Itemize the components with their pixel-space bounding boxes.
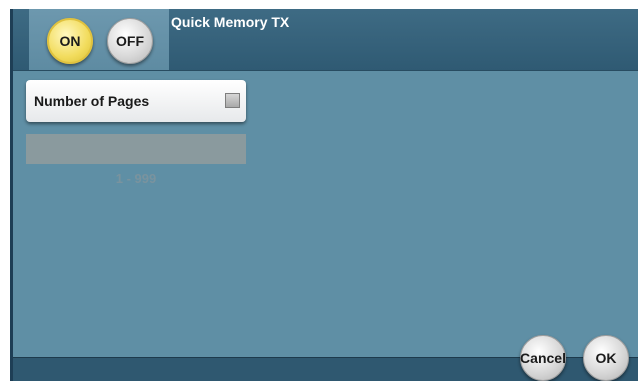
header-bar: ON OFF Quick Memory TX (13, 9, 638, 71)
number-of-pages-input[interactable] (26, 134, 246, 164)
on-off-toggle-group: ON OFF (29, 9, 169, 70)
ok-button[interactable]: OK (583, 335, 629, 381)
pages-range-hint: 1 - 999 (115, 171, 157, 186)
on-button[interactable]: ON (47, 18, 93, 64)
checkbox-icon[interactable] (225, 93, 240, 108)
quick-memory-tx-screen: ON OFF Quick Memory TX Number of Pages 1… (10, 9, 638, 381)
page-title: Quick Memory TX (171, 14, 290, 30)
number-of-pages-label: Number of Pages (34, 93, 150, 109)
cancel-button[interactable]: Cancel (520, 335, 566, 381)
number-of-pages-button[interactable]: Number of Pages (26, 80, 246, 122)
off-button[interactable]: OFF (107, 18, 153, 64)
